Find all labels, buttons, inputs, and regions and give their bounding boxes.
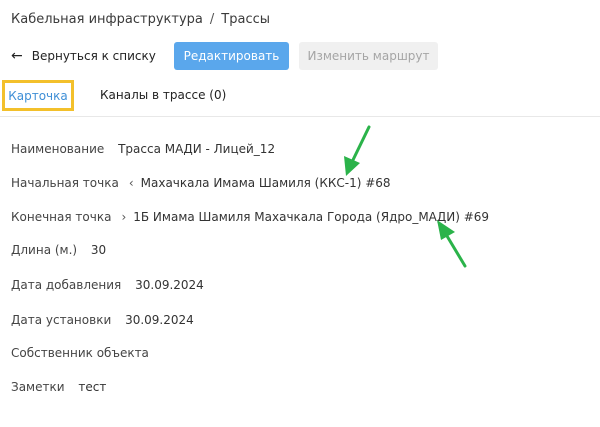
field-notes-value: тест (78, 380, 107, 394)
change-route-button[interactable]: Изменить маршрут (299, 42, 438, 70)
field-added-label: Дата добавления (11, 278, 122, 292)
field-installed-label: Дата установки (11, 313, 112, 327)
field-start-value-link[interactable]: Махачкала Имама Шамиля (ККС-1) #68 (141, 176, 391, 190)
field-name-row: Наименование Трасса МАДИ - Лицей_12 (11, 142, 275, 156)
back-to-list-link[interactable]: ← Вернуться к списку (11, 48, 156, 64)
arrow-left-icon: ← (11, 48, 23, 64)
tab-channels[interactable]: Каналы в трассе (0) (100, 88, 226, 102)
back-to-list-label: Вернуться к списку (31, 49, 156, 63)
field-end-row: Конечная точка › 1Б Имама Шамиля Махачкала… (11, 210, 489, 224)
tab-card[interactable]: Карточка (2, 80, 74, 111)
breadcrumb-current: Трассы (221, 12, 270, 27)
field-name-value: Трасса МАДИ - Лицей_12 (118, 142, 276, 156)
field-end-value-link[interactable]: 1Б Имама Шамиля Махачкала Города (Ядро_М… (133, 210, 489, 224)
field-installed-value: 30.09.2024 (125, 313, 194, 327)
green-arrow-icon (344, 125, 371, 176)
field-notes-row: Заметки тест (11, 380, 106, 394)
tab-card-label: Карточка (8, 88, 68, 103)
field-length-value: 30 (90, 243, 107, 257)
breadcrumb: Кабельная инфраструктура / Трассы (11, 12, 270, 27)
field-installed-row: Дата установки 30.09.2024 (11, 313, 194, 327)
breadcrumb-section[interactable]: Кабельная инфраструктура (11, 12, 203, 27)
field-name-label: Наименование (11, 142, 105, 156)
field-owner-row: Собственник объекта (11, 346, 159, 360)
edit-button[interactable]: Редактировать (174, 42, 289, 70)
field-added-row: Дата добавления 30.09.2024 (11, 278, 204, 292)
field-end-label: Конечная точка (11, 210, 112, 224)
green-arrow-icon (437, 220, 467, 268)
tab-channels-label: Каналы в трассе (0) (100, 88, 227, 102)
breadcrumb-separator: / (209, 12, 215, 27)
field-owner-label: Собственник объекта (11, 346, 149, 360)
field-added-value: 30.09.2024 (135, 278, 204, 292)
field-notes-label: Заметки (11, 380, 65, 394)
chevron-left-icon: ‹ (128, 176, 134, 190)
tabs-divider (0, 116, 600, 117)
field-length-label: Длина (м.) (11, 243, 78, 257)
field-length-row: Длина (м.) 30 (11, 243, 106, 257)
chevron-right-icon: › (121, 210, 127, 224)
field-start-label: Начальная точка (11, 176, 119, 190)
field-start-row: Начальная точка ‹ Махачкала Имама Шамиля (… (11, 176, 391, 190)
